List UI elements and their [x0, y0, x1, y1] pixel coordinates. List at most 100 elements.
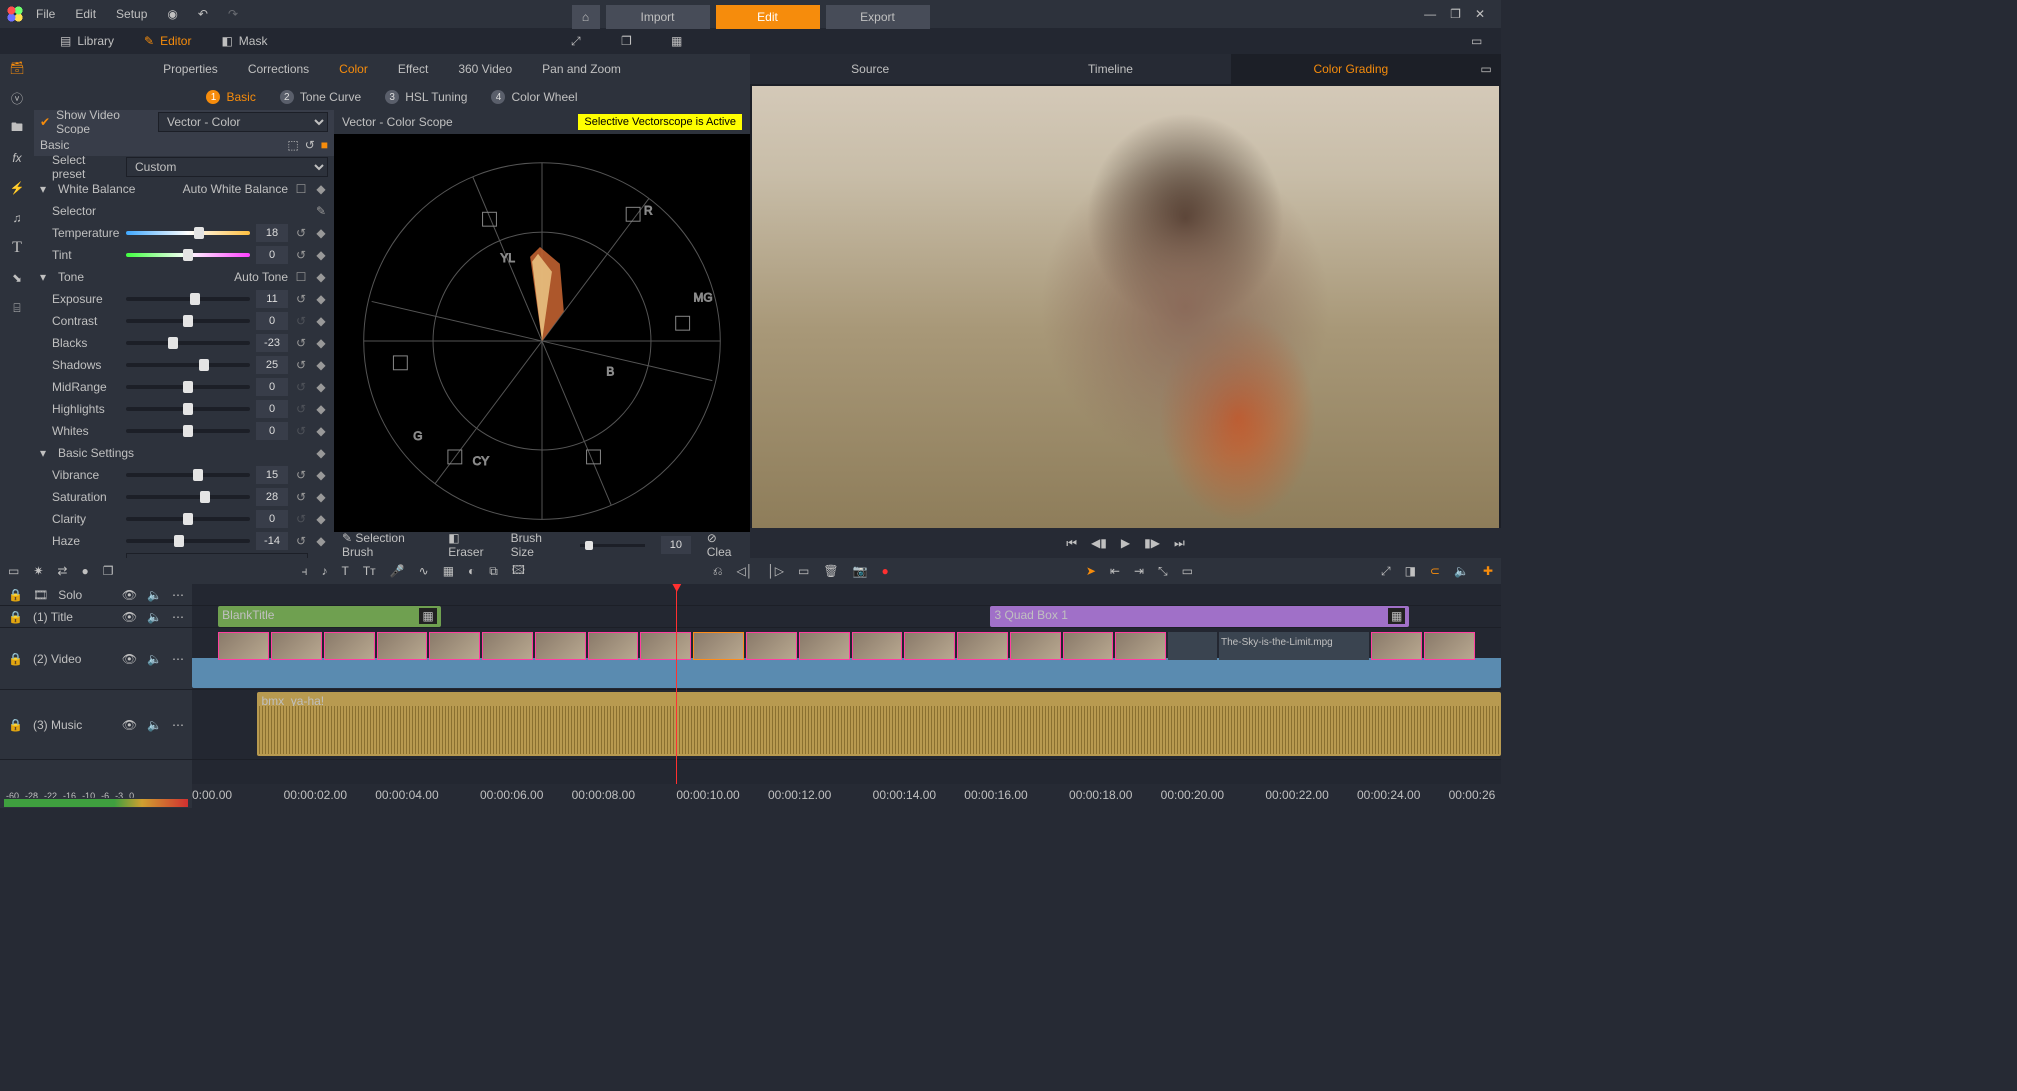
vectorscope-view[interactable]: R MG B CY G YL: [334, 134, 750, 558]
tl-magnet-icon[interactable]: ⊂: [1430, 564, 1440, 578]
tl-levels-icon[interactable]: ⫞: [301, 564, 307, 579]
lut-select[interactable]: None: [126, 553, 308, 558]
tl-razor-icon[interactable]: ⎌: [713, 564, 723, 579]
menu-setup[interactable]: Setup: [108, 3, 155, 25]
proptab-panzoom[interactable]: Pan and Zoom: [542, 62, 621, 76]
tool-vw-icon[interactable]: ⓥ: [7, 90, 27, 106]
tl-text-icon[interactable]: T: [342, 564, 349, 578]
subtab-editor[interactable]: ✎Editor: [144, 34, 191, 48]
tl-markout-icon[interactable]: ⇥: [1134, 564, 1144, 578]
tl-clip-icon[interactable]: ▭: [798, 564, 809, 578]
window-maximize-icon[interactable]: ❐: [1450, 7, 1461, 21]
tl-textsize-icon[interactable]: Tᴛ: [363, 564, 376, 578]
prevtab-source[interactable]: Source: [750, 54, 990, 84]
subtab-mask[interactable]: ◧Mask: [221, 34, 267, 48]
step-back-icon[interactable]: ◀▮: [1091, 536, 1107, 550]
whites-slider[interactable]: [126, 429, 250, 433]
preview-viewer[interactable]: [752, 86, 1499, 528]
undo-icon[interactable]: ↶: [190, 3, 216, 25]
tl-arrow-icon[interactable]: ➤: [1086, 564, 1096, 578]
tl-grid-icon[interactable]: ▦: [443, 564, 454, 578]
tl-circle-icon[interactable]: ●: [81, 564, 88, 578]
tl-fit-icon[interactable]: ⤡: [1158, 564, 1168, 579]
title-clip-1[interactable]: BlankTitle▦: [218, 606, 441, 627]
tool-overlay-icon[interactable]: ⬊: [7, 270, 27, 286]
menu-file[interactable]: File: [28, 3, 63, 25]
tl-select-icon[interactable]: ▭: [1182, 564, 1193, 578]
mode-import-button[interactable]: Import: [606, 5, 710, 29]
tool-3d-icon[interactable]: ⌸: [7, 300, 27, 316]
tl-snapshot-icon[interactable]: 📷: [853, 564, 868, 578]
saturation-slider[interactable]: [126, 495, 250, 499]
tl-markin-icon[interactable]: ⇤: [1110, 564, 1120, 578]
vibrance-value[interactable]: 15: [256, 466, 288, 484]
brushsize-slider[interactable]: [580, 544, 645, 547]
proptab-effect[interactable]: Effect: [398, 62, 428, 76]
highlights-slider[interactable]: [126, 407, 250, 411]
lock-icon[interactable]: 🔒: [8, 588, 23, 602]
auto-wb-checkbox[interactable]: ☐: [294, 182, 308, 196]
contrast-slider[interactable]: [126, 319, 250, 323]
shadows-slider[interactable]: [126, 363, 250, 367]
tl-split-icon[interactable]: ◨: [1405, 564, 1416, 578]
title-clip-2[interactable]: 3 Quad Box 1▦: [990, 606, 1409, 627]
eye-icon[interactable]: 👁: [122, 588, 137, 602]
temperature-value[interactable]: 18: [256, 224, 288, 242]
ruler-ticks[interactable]: 0:00.00 00:00:02.00 00:00:04.00 00:00:06…: [192, 784, 1501, 808]
tl-mic-icon[interactable]: 🎤: [390, 564, 405, 578]
tl-trash-icon[interactable]: 🗑: [823, 564, 838, 578]
whitebalance-group[interactable]: ▾ White Balance Auto White Balance ☐ ◆: [34, 178, 334, 200]
tl-add-icon[interactable]: ✚: [1483, 564, 1493, 578]
menu-edit[interactable]: Edit: [67, 3, 104, 25]
tl-img-icon[interactable]: 🖾: [512, 561, 525, 582]
haze-value[interactable]: -14: [256, 532, 288, 550]
contrast-value[interactable]: 0: [256, 312, 288, 330]
window-minimize-icon[interactable]: —: [1424, 7, 1436, 21]
trackhdr-music[interactable]: 🔒(3) Music👁🔈⋯: [0, 690, 192, 760]
brushsize-value[interactable]: 10: [661, 536, 691, 554]
tl-link-icon[interactable]: ⧉: [489, 564, 498, 579]
key-diamond-icon[interactable]: ◆: [314, 182, 328, 196]
home-button[interactable]: ⌂: [572, 5, 600, 29]
shadows-value[interactable]: 25: [256, 356, 288, 374]
proptab-properties[interactable]: Properties: [163, 62, 218, 76]
clarity-value[interactable]: 0: [256, 510, 288, 528]
window-close-icon[interactable]: ✕: [1475, 7, 1485, 21]
auto-tone-checkbox[interactable]: ☐: [294, 270, 308, 284]
goto-start-icon[interactable]: ⏮: [1066, 536, 1077, 551]
tl-curve-icon[interactable]: ∿: [419, 564, 429, 578]
subtab-library[interactable]: ▤Library: [60, 34, 114, 48]
trackhdr-solo[interactable]: 🔒 🎞 Solo 👁 🔈 ⋯: [0, 584, 192, 606]
key-icon[interactable]: ◆: [314, 226, 328, 240]
tool-audio-icon[interactable]: ♫: [7, 210, 27, 226]
midrange-slider[interactable]: [126, 385, 250, 389]
tool-transition-icon[interactable]: ⚡: [7, 180, 27, 196]
goto-end-icon[interactable]: ⏭: [1174, 536, 1185, 551]
layout-icon[interactable]: ❐: [621, 34, 641, 48]
whites-value[interactable]: 0: [256, 422, 288, 440]
tl-view-icon[interactable]: ▭: [8, 564, 19, 578]
prevtab-colorgrading[interactable]: Color Grading: [1231, 54, 1471, 84]
proptab-360video[interactable]: 360 Video: [458, 62, 512, 76]
scope-type-select[interactable]: Vector - Color: [158, 112, 328, 132]
tl-vol-icon[interactable]: 🔈: [1454, 564, 1469, 578]
tool-fx-icon[interactable]: fx: [7, 150, 27, 166]
vibrance-slider[interactable]: [126, 473, 250, 477]
redo-icon[interactable]: ↷: [220, 3, 246, 25]
fullscreen-icon[interactable]: ▭: [1471, 34, 1491, 48]
subprop-colorwheel[interactable]: 4Color Wheel: [491, 90, 577, 104]
trackhdr-title[interactable]: 🔒(1) Title👁🔈⋯: [0, 606, 192, 628]
saturation-value[interactable]: 28: [256, 488, 288, 506]
basicsettings-group[interactable]: ▾Basic Settings◆: [34, 442, 334, 464]
blacks-value[interactable]: -23: [256, 334, 288, 352]
selection-brush-button[interactable]: ✎ Selection Brush: [342, 531, 432, 559]
tl-trim1-icon[interactable]: ◁│: [737, 564, 754, 578]
mode-edit-button[interactable]: Edit: [716, 5, 820, 29]
speaker-icon[interactable]: 🔈: [147, 588, 162, 602]
prevtab-timeline[interactable]: Timeline: [990, 54, 1230, 84]
reset-icon[interactable]: ↺: [294, 226, 308, 240]
tint-value[interactable]: 0: [256, 246, 288, 264]
show-scope-checkbox-icon[interactable]: ✔: [40, 115, 50, 129]
proptab-color[interactable]: Color: [339, 62, 368, 76]
trackhdr-video[interactable]: 🔒(2) Video👁🔈⋯: [0, 628, 192, 690]
